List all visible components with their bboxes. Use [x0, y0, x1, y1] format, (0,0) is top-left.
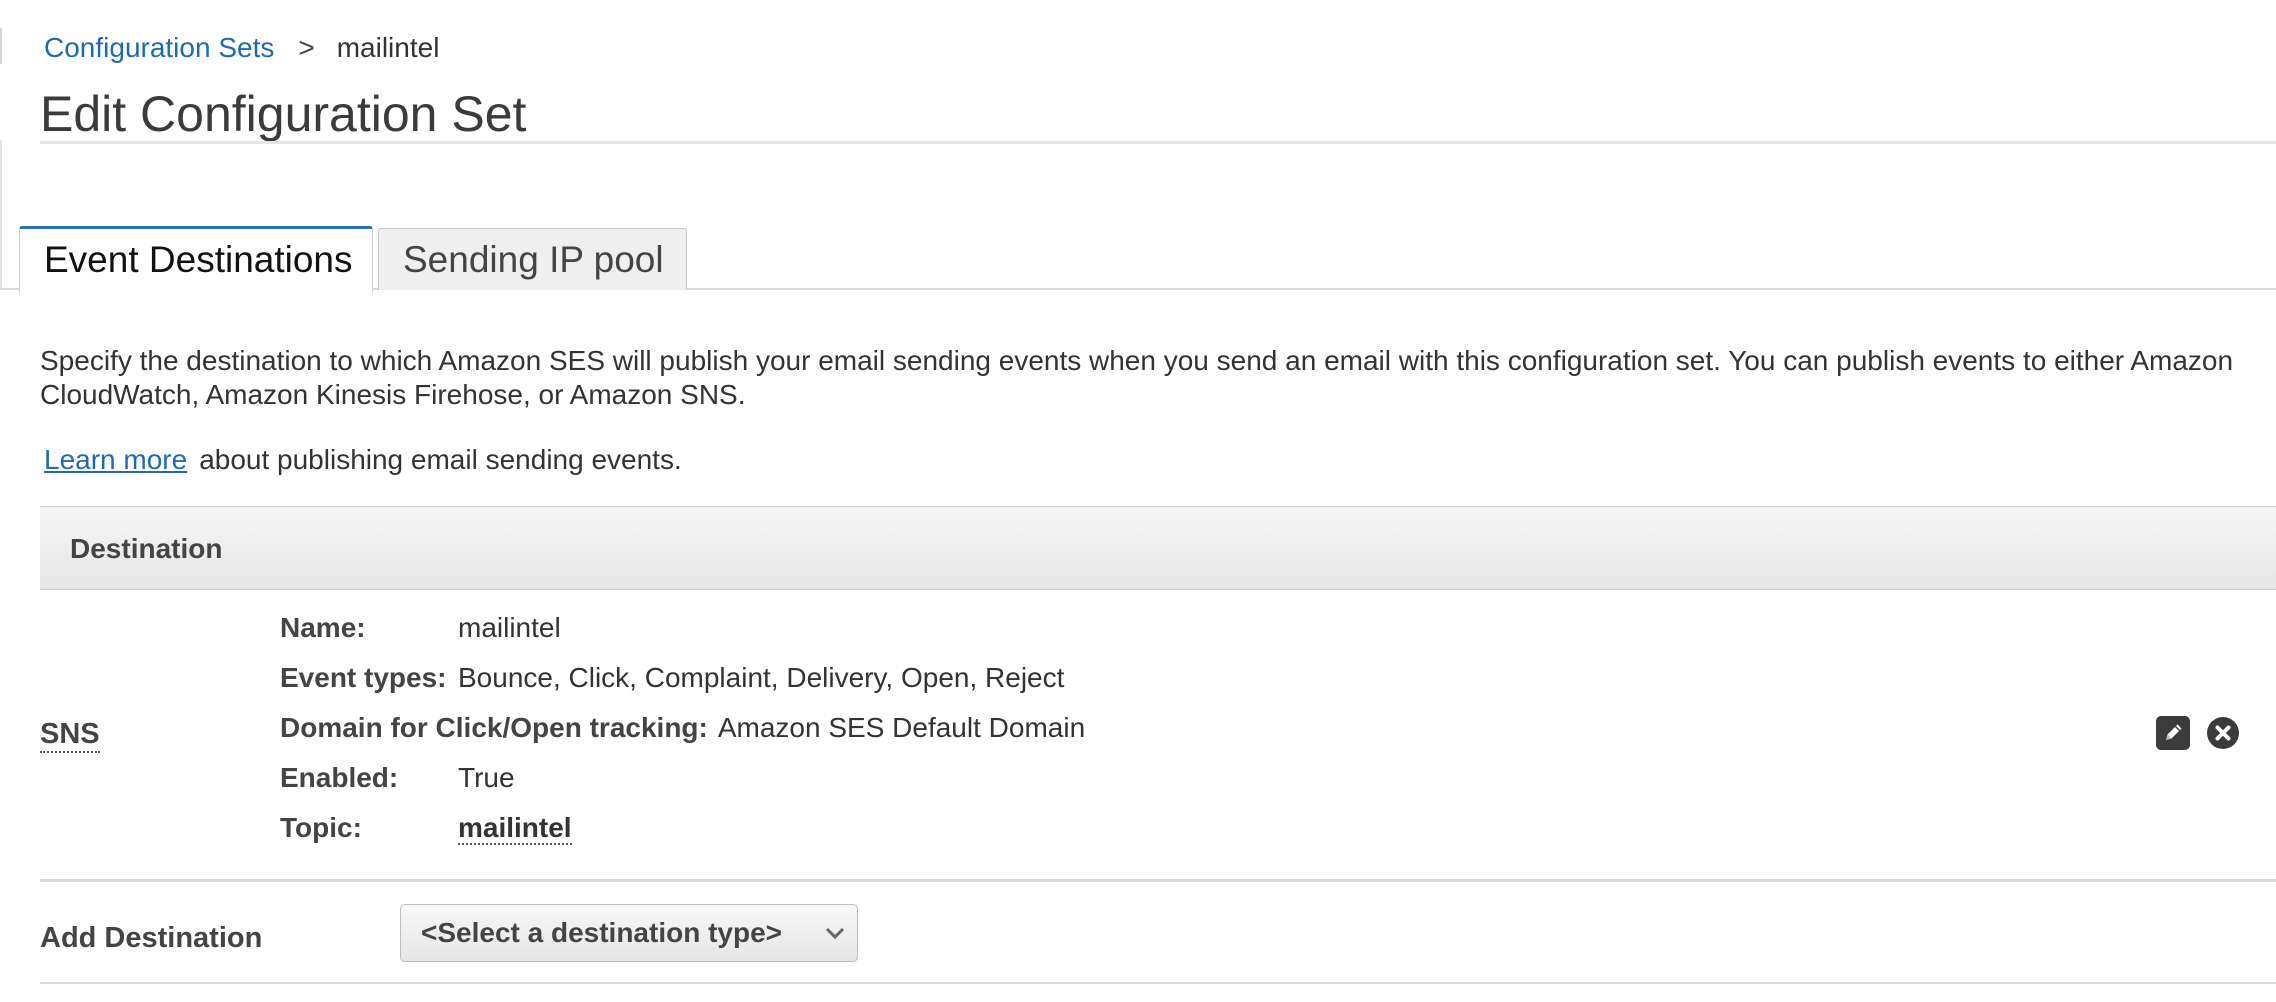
- edit-destination-button[interactable]: [2156, 716, 2190, 750]
- left-edge-divider: [0, 140, 2, 290]
- detail-tracking-domain-value: Amazon SES Default Domain: [717, 712, 1086, 743]
- destination-type-sns[interactable]: SNS: [40, 717, 100, 753]
- bottom-divider: [40, 982, 2276, 984]
- table-divider: [40, 879, 2276, 882]
- detail-topic-link[interactable]: mailintel: [458, 812, 572, 845]
- detail-name-value: mailintel: [458, 612, 561, 643]
- remove-destination-button[interactable]: [2206, 716, 2240, 750]
- detail-enabled-value: True: [458, 762, 515, 793]
- add-destination-label: Add Destination: [40, 922, 263, 954]
- left-edge-divider: [0, 28, 2, 64]
- learn-more-text: about publishing email sending events.: [199, 444, 682, 475]
- destination-column-header: Destination: [70, 533, 223, 564]
- breadcrumb-separator: >: [298, 32, 315, 63]
- detail-enabled-label: Enabled:: [280, 762, 399, 793]
- learn-more-line: Learn more about publishing email sending…: [44, 443, 682, 477]
- detail-event-types: Event types: Bounce, Click, Complaint, De…: [280, 660, 1064, 696]
- chevron-down-icon: [825, 927, 845, 940]
- remove-icon: [2207, 717, 2239, 749]
- page-title: Edit Configuration Set: [40, 86, 527, 142]
- breadcrumb-current: mailintel: [336, 32, 440, 63]
- detail-topic-label: Topic:: [280, 812, 362, 843]
- description-text: Specify the destination to which Amazon …: [40, 345, 2234, 410]
- learn-more-link[interactable]: Learn more: [44, 444, 187, 475]
- destination-table-header: Destination: [40, 506, 2276, 590]
- title-divider: [40, 141, 2276, 144]
- tab-sending-ip-pool[interactable]: Sending IP pool: [378, 228, 687, 290]
- detail-name: Name: mailintel: [280, 610, 561, 646]
- detail-tracking-domain: Domain for Click/Open tracking: Amazon SE…: [280, 710, 1085, 746]
- detail-topic: Topic: mailintel: [280, 810, 572, 846]
- detail-name-label: Name:: [280, 612, 366, 643]
- detail-enabled: Enabled: True: [280, 760, 515, 796]
- detail-event-types-label: Event types:: [280, 662, 447, 693]
- destination-type-select[interactable]: <Select a destination type>: [400, 904, 858, 962]
- edit-icon: [2156, 716, 2190, 750]
- breadcrumb-link-configuration-sets[interactable]: Configuration Sets: [44, 32, 274, 63]
- destination-type-select-value: <Select a destination type>: [421, 917, 783, 948]
- breadcrumb: Configuration Sets > mailintel: [44, 30, 439, 66]
- tab-event-destinations[interactable]: Event Destinations: [19, 226, 373, 292]
- detail-event-types-value: Bounce, Click, Complaint, Delivery, Open…: [458, 662, 1065, 693]
- detail-tracking-domain-label: Domain for Click/Open tracking:: [280, 712, 708, 743]
